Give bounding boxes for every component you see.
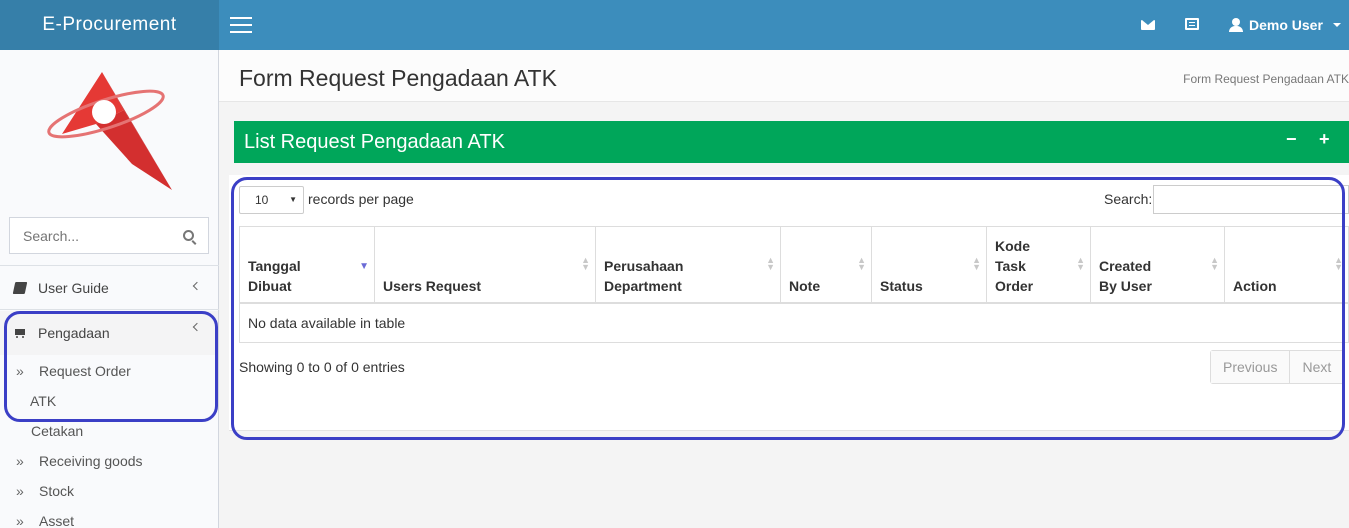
app-brand[interactable]: E-Procurement <box>0 0 219 50</box>
column-label: Order <box>995 277 1034 294</box>
records-per-page-label: records per page <box>308 191 414 207</box>
collapse-button[interactable]: − <box>1286 129 1297 150</box>
search-icon[interactable] <box>183 230 194 241</box>
sidebar-subitem-cetakan[interactable]: Cetakan <box>0 423 218 443</box>
column-label: Tanggal <box>248 257 301 274</box>
subitem-label: Cetakan <box>31 423 84 439</box>
column-header-created-by-user[interactable]: Created By User ▲ ▼ <box>1090 226 1225 304</box>
user-icon <box>1229 18 1243 32</box>
expand-button[interactable]: + <box>1319 129 1330 150</box>
double-chevron-icon: » <box>16 453 24 469</box>
subitem-label: Receiving goods <box>39 453 143 469</box>
box-title: List Request Pengadaan ATK <box>244 131 505 153</box>
subitem-label: Asset <box>39 513 75 528</box>
content-header: Form Request Pengadaan ATK Form Request … <box>219 50 1349 102</box>
column-header-status[interactable]: Status ▲ ▼ <box>871 226 987 304</box>
column-label: Status <box>880 277 923 294</box>
sidebar: User Guide Pengadaan » Request Order ATK… <box>0 50 219 528</box>
double-chevron-icon: » <box>16 483 24 499</box>
column-label: Task <box>995 257 1026 274</box>
previous-page-button[interactable]: Previous <box>1211 351 1290 383</box>
sidebar-item-label: Pengadaan <box>38 325 110 341</box>
records-per-page-select[interactable]: 10 <box>239 186 304 214</box>
table-info: Showing 0 to 0 of 0 entries <box>239 359 405 375</box>
sort-icon: ▲ ▼ <box>972 255 981 272</box>
box-header: List Request Pengadaan ATK − + <box>234 121 1349 163</box>
sort-icon: ▲ ▼ <box>857 255 866 272</box>
subitem-label: Stock <box>39 483 75 499</box>
pagination: Previous Next <box>1210 350 1345 384</box>
breadcrumb[interactable]: Form Request Pengadaan ATK <box>1183 72 1349 86</box>
column-label: By User <box>1099 277 1152 294</box>
table-search-input[interactable] <box>1153 185 1349 214</box>
column-label: Users Request <box>383 277 482 294</box>
sidebar-toggle-icon[interactable] <box>230 17 252 33</box>
double-chevron-icon: » <box>16 363 24 379</box>
column-label: Department <box>604 277 682 294</box>
sidebar-subitem-request-order-atk[interactable]: » Request Order ATK <box>0 361 218 421</box>
divider <box>0 309 219 310</box>
user-name: Demo User <box>1249 17 1323 33</box>
chevron-left-icon <box>192 322 202 332</box>
request-table: Tanggal Dibuat ▼ Users Request ▲ ▼ Perusa… <box>239 226 1349 343</box>
column-label: Dibuat <box>248 277 292 294</box>
sort-desc-icon: ▼ <box>359 261 369 272</box>
page-title: Form Request Pengadaan ATK <box>239 65 557 91</box>
empty-table-message: No data available in table <box>239 302 1349 343</box>
table-row: No data available in table <box>239 302 1349 343</box>
column-header-tanggal-dibuat[interactable]: Tanggal Dibuat ▼ <box>239 226 375 304</box>
sort-icon: ▲ ▼ <box>766 255 775 272</box>
caret-down-icon <box>1332 23 1341 27</box>
sidebar-subitem-receiving-goods[interactable]: » Receiving goods <box>0 453 218 473</box>
book-icon <box>12 282 28 294</box>
column-header-users-request[interactable]: Users Request ▲ ▼ <box>374 226 596 304</box>
company-logo <box>47 72 172 190</box>
sidebar-item-pengadaan[interactable]: Pengadaan <box>0 311 218 355</box>
sort-icon: ▲ ▼ <box>1334 255 1343 272</box>
chevron-left-icon <box>192 281 202 291</box>
sidebar-search-input[interactable] <box>10 218 170 253</box>
column-label: Action <box>1233 277 1277 294</box>
column-label: Kode <box>995 237 1030 254</box>
tasks-icon[interactable] <box>1185 18 1199 30</box>
column-header-note[interactable]: Note ▲ ▼ <box>780 226 872 304</box>
subitem-label-cont: ATK <box>30 393 57 409</box>
mail-icon[interactable] <box>1141 20 1155 30</box>
top-navbar: Demo User <box>219 0 1349 50</box>
sidebar-subitem-stock[interactable]: » Stock <box>0 483 218 503</box>
cart-icon <box>14 327 26 339</box>
column-header-perusahaan-department[interactable]: Perusahaan Department ▲ ▼ <box>595 226 781 304</box>
sidebar-search <box>9 217 209 254</box>
sort-icon: ▲ ▼ <box>581 255 590 272</box>
column-label: Created <box>1099 257 1152 274</box>
sidebar-item-user-guide[interactable]: User Guide <box>0 266 218 310</box>
sort-icon: ▲ ▼ <box>1210 255 1219 272</box>
sidebar-subitem-asset[interactable]: » Asset <box>0 513 218 528</box>
user-menu[interactable]: Demo User <box>1229 0 1341 50</box>
column-label: Note <box>789 277 821 294</box>
next-page-button[interactable]: Next <box>1289 351 1344 383</box>
sort-icon: ▲ ▼ <box>1076 255 1085 272</box>
subitem-label: Request Order <box>39 363 131 379</box>
column-header-action[interactable]: Action ▲ ▼ <box>1224 226 1349 304</box>
table-search-label: Search: <box>1104 191 1153 207</box>
sidebar-item-label: User Guide <box>38 280 109 296</box>
double-chevron-icon: » <box>16 513 24 528</box>
column-label: Perusahaan <box>604 257 684 274</box>
datatable-wrapper: 10 records per page Search: Tanggal Dibu… <box>229 175 1349 431</box>
column-header-kode-task-order[interactable]: Kode Task Order ▲ ▼ <box>986 226 1091 304</box>
